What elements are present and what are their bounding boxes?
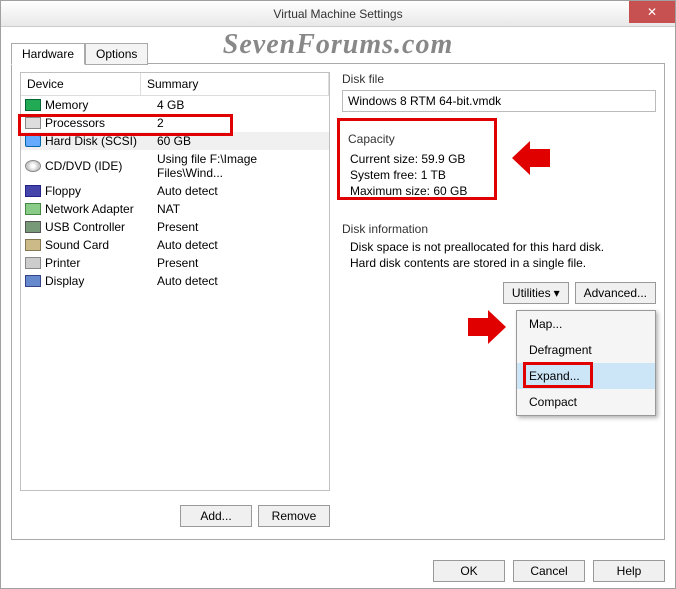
menu-item-compact[interactable]: Compact (517, 389, 655, 415)
disk-file-label: Disk file (342, 72, 656, 86)
device-row[interactable]: DisplayAuto detect (21, 272, 329, 290)
ok-button[interactable]: OK (433, 560, 505, 582)
arrow-capacity-icon (510, 139, 552, 177)
device-icon (25, 135, 41, 147)
device-name: Display (45, 274, 157, 288)
device-row[interactable]: USB ControllerPresent (21, 218, 329, 236)
device-name: USB Controller (45, 220, 157, 234)
disk-info-label: Disk information (342, 222, 656, 236)
device-name: Sound Card (45, 238, 157, 252)
tab-panel: Device Summary Memory4 GBProcessors2Hard… (11, 63, 665, 540)
disk-info-line1: Disk space is not preallocated for this … (342, 240, 656, 254)
highlight-device-row (18, 114, 233, 136)
device-summary: 60 GB (157, 134, 325, 148)
remove-button[interactable]: Remove (258, 505, 330, 527)
device-row[interactable]: Network AdapterNAT (21, 200, 329, 218)
device-name: Hard Disk (SCSI) (45, 134, 157, 148)
device-icon (25, 203, 41, 215)
menu-item-expand[interactable]: Expand... (517, 363, 655, 389)
cancel-button[interactable]: Cancel (513, 560, 585, 582)
device-summary: Using file F:\Image Files\Wind... (157, 152, 325, 180)
window-title: Virtual Machine Settings (1, 7, 675, 21)
device-name: Memory (45, 98, 157, 112)
utilities-menu: Map... Defragment Expand... Compact (516, 310, 656, 416)
arrow-utilities-icon (466, 308, 508, 346)
help-button[interactable]: Help (593, 560, 665, 582)
add-button[interactable]: Add... (180, 505, 252, 527)
device-summary: 4 GB (157, 98, 325, 112)
device-row[interactable]: FloppyAuto detect (21, 182, 329, 200)
header-device[interactable]: Device (21, 73, 141, 95)
vm-settings-window: Virtual Machine Settings ✕ SevenForums.c… (0, 0, 676, 589)
device-icon (25, 257, 41, 269)
device-icon (25, 185, 41, 197)
device-icon (25, 221, 41, 233)
device-row[interactable]: PrinterPresent (21, 254, 329, 272)
header-summary[interactable]: Summary (141, 73, 329, 95)
device-name: Floppy (45, 184, 157, 198)
device-row[interactable]: Memory4 GB (21, 96, 329, 114)
list-header: Device Summary (21, 73, 329, 96)
device-summary: NAT (157, 202, 325, 216)
detail-pane: Disk file Windows 8 RTM 64-bit.vmdk Capa… (342, 72, 656, 531)
device-name: Printer (45, 256, 157, 270)
highlight-expand (523, 362, 593, 388)
device-name: CD/DVD (IDE) (45, 159, 157, 173)
capacity-group: Capacity Current size: 59.9 GB System fr… (342, 126, 656, 206)
device-icon (25, 99, 41, 111)
device-summary: Present (157, 220, 325, 234)
disk-file-field[interactable]: Windows 8 RTM 64-bit.vmdk (342, 90, 656, 112)
content-area: Hardware Options Device Summary Memory4 … (5, 29, 671, 546)
device-summary: Present (157, 256, 325, 270)
titlebar[interactable]: Virtual Machine Settings ✕ (1, 1, 675, 27)
utilities-button[interactable]: Utilities▾ (503, 282, 569, 304)
device-summary: Auto detect (157, 238, 325, 252)
menu-item-map[interactable]: Map... (517, 311, 655, 337)
utilities-row: Utilities▾ Advanced... Map... Defragment… (342, 282, 656, 304)
device-icon (25, 160, 41, 172)
close-button[interactable]: ✕ (629, 1, 675, 23)
menu-item-defragment[interactable]: Defragment (517, 337, 655, 363)
device-row[interactable]: Sound CardAuto detect (21, 236, 329, 254)
advanced-button[interactable]: Advanced... (575, 282, 656, 304)
tab-hardware[interactable]: Hardware (11, 43, 85, 65)
tab-bar: Hardware Options (11, 43, 671, 65)
disk-info-line2: Hard disk contents are stored in a singl… (342, 256, 656, 270)
disk-info-group: Disk information Disk space is not preal… (342, 222, 656, 270)
tab-options[interactable]: Options (85, 43, 148, 65)
device-icon (25, 239, 41, 251)
chevron-down-icon: ▾ (554, 286, 560, 300)
device-buttons: Add... Remove (20, 505, 330, 527)
device-summary: Auto detect (157, 184, 325, 198)
dialog-buttons: OK Cancel Help (433, 560, 665, 582)
device-row[interactable]: CD/DVD (IDE)Using file F:\Image Files\Wi… (21, 150, 329, 182)
highlight-capacity (337, 118, 497, 200)
device-name: Network Adapter (45, 202, 157, 216)
device-summary: Auto detect (157, 274, 325, 288)
device-icon (25, 275, 41, 287)
